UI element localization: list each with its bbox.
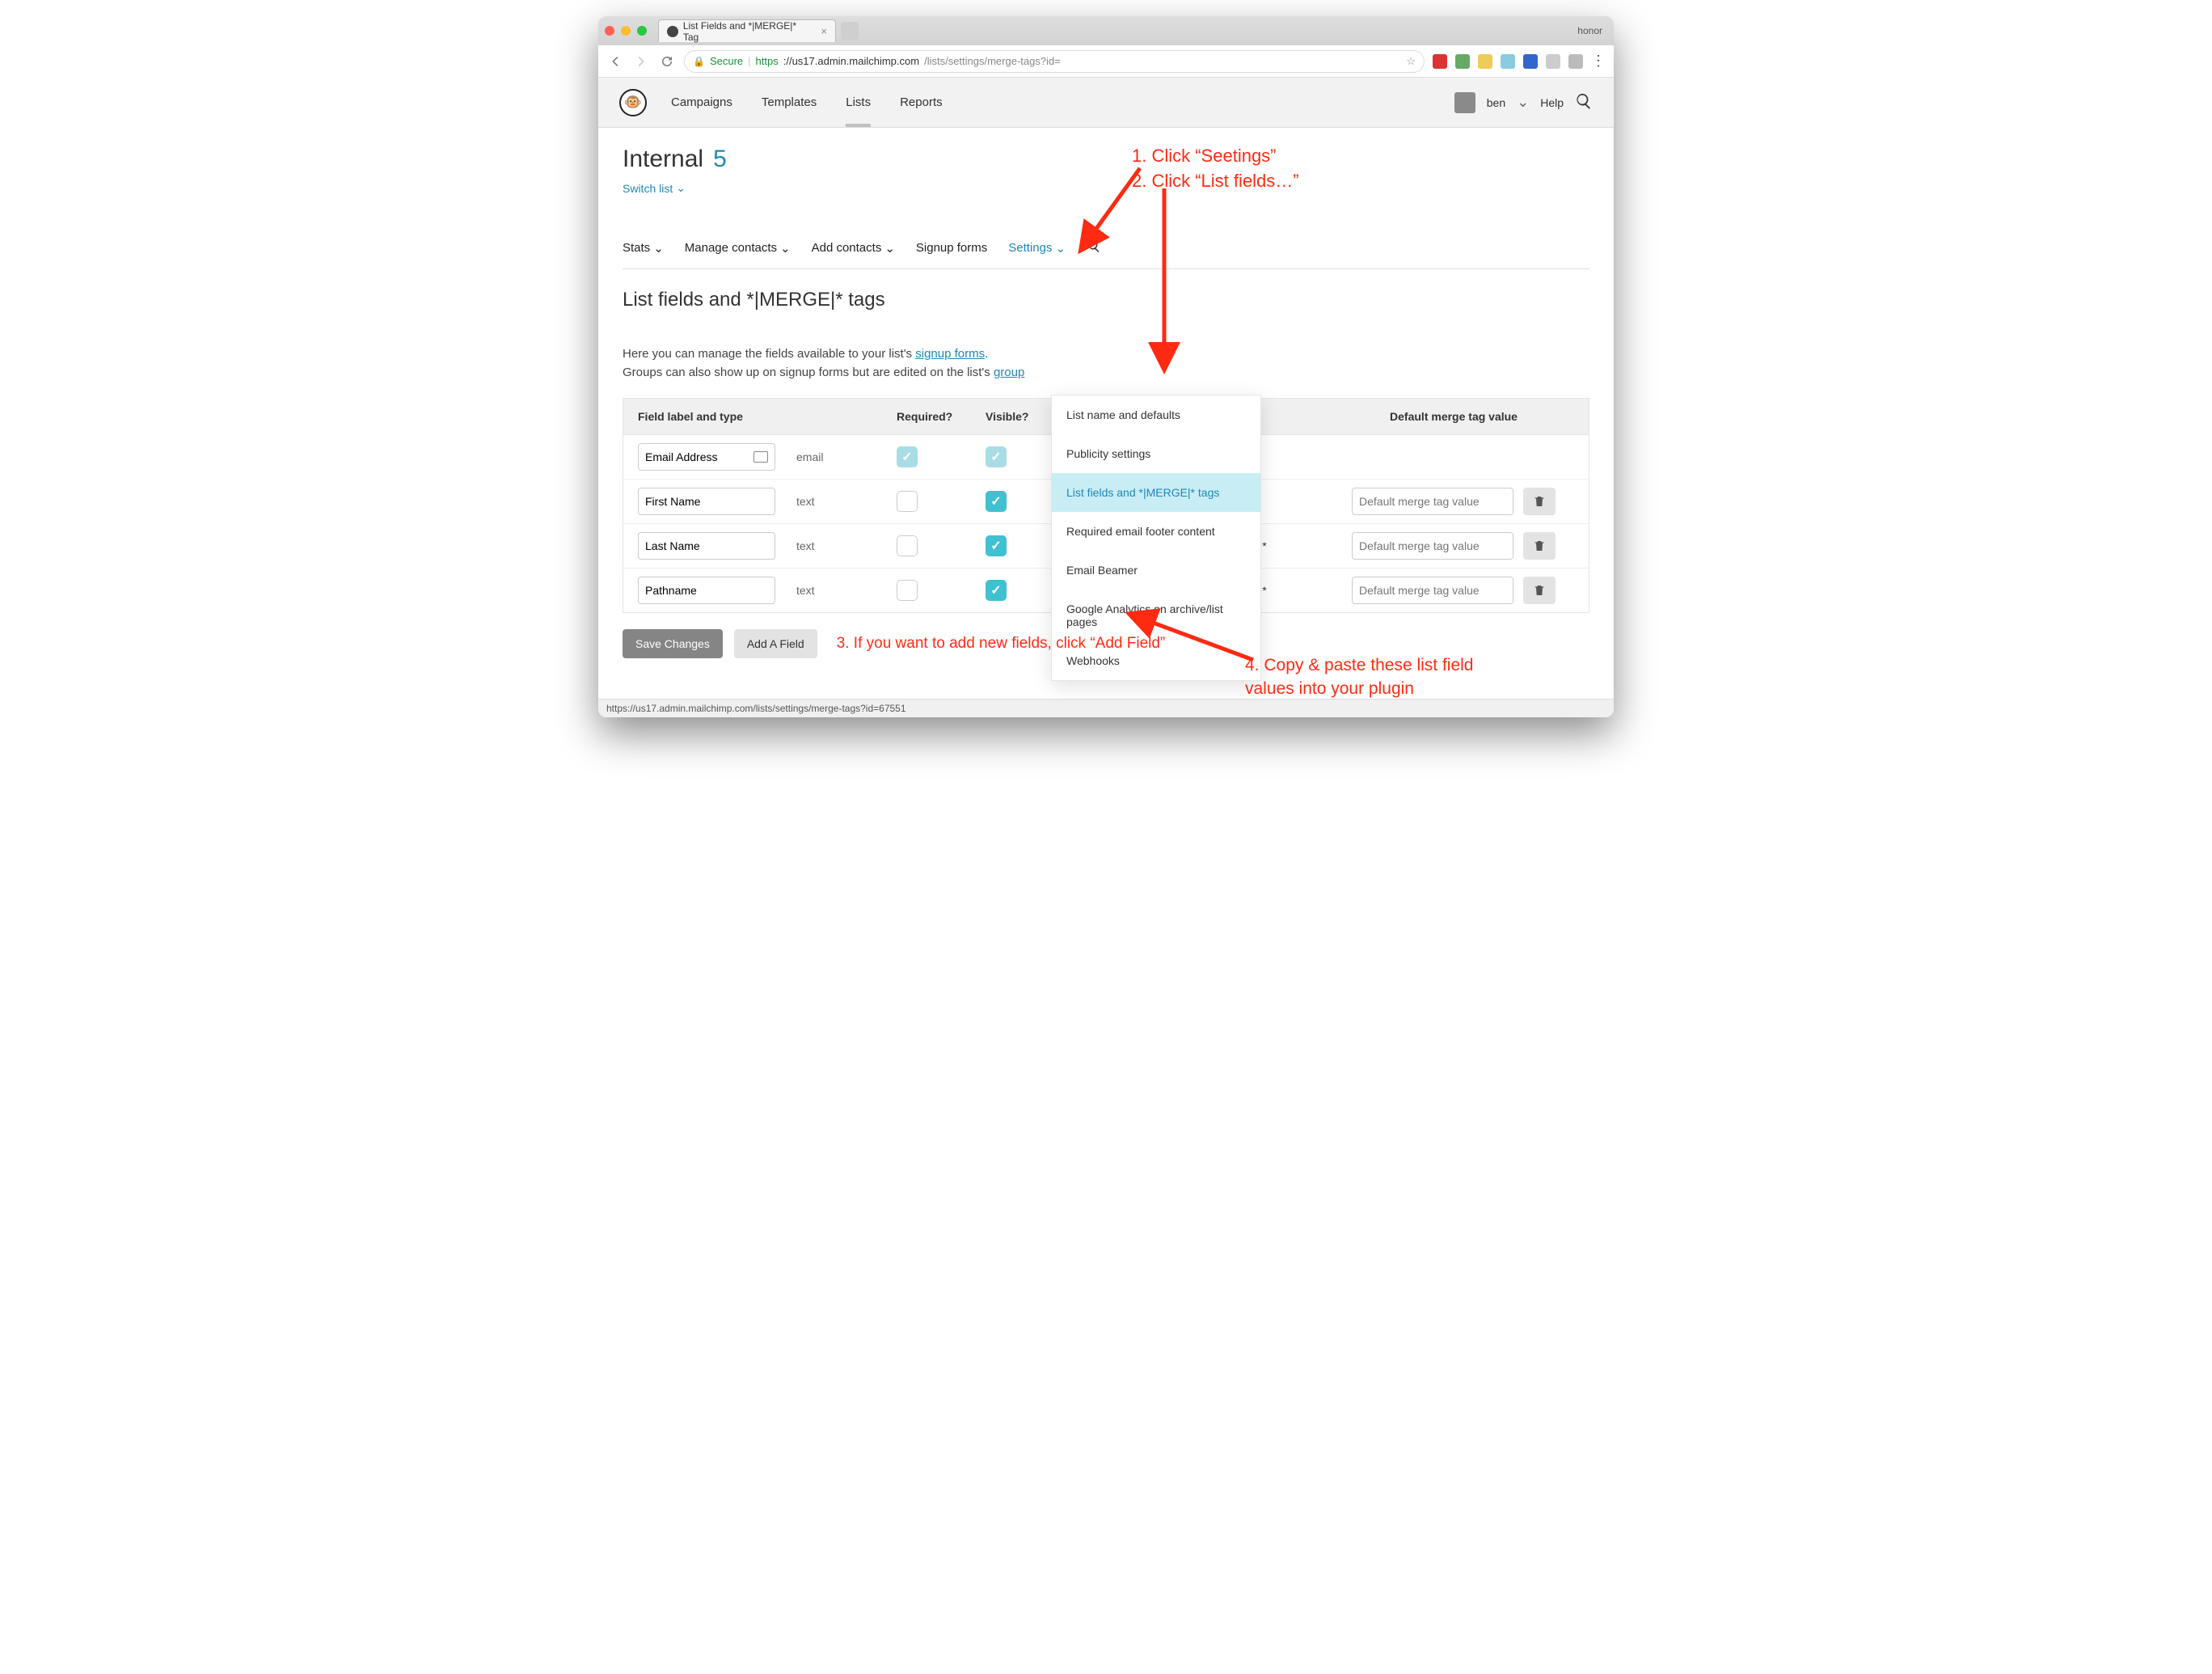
chevron-down-icon: ⌄ — [676, 181, 686, 195]
maximize-window-button[interactable] — [637, 26, 647, 36]
app-header: 🐵 Campaigns Templates Lists Reports ben … — [598, 78, 1614, 128]
required-checkbox[interactable] — [897, 535, 918, 556]
back-button[interactable] — [606, 53, 624, 70]
default-value-input[interactable] — [1352, 488, 1513, 515]
field-label-input[interactable]: Last Name — [638, 532, 775, 560]
visible-checkbox[interactable] — [986, 580, 1007, 601]
secure-label: Secure — [710, 55, 743, 67]
default-value-input[interactable] — [1352, 577, 1513, 604]
username: ben — [1487, 96, 1505, 109]
list-name: Internal — [623, 146, 703, 173]
annotation-step4: 4. Copy & paste these list field values … — [1245, 653, 1474, 701]
annotation-step3: 3. If you want to add new fields, click … — [837, 633, 1166, 655]
th-label: Field label and type — [638, 410, 897, 423]
field-type-label: email — [796, 450, 823, 463]
field-label-input[interactable]: Email Address — [638, 443, 775, 471]
add-field-button[interactable]: Add A Field — [734, 629, 817, 658]
chevron-down-icon[interactable]: ⌄ — [1517, 94, 1529, 111]
delete-field-button[interactable] — [1523, 488, 1556, 515]
new-tab-button[interactable] — [841, 22, 859, 40]
delete-field-button[interactable] — [1523, 532, 1556, 560]
browser-tab[interactable]: List Fields and *|MERGE|* Tag × — [658, 19, 836, 42]
close-window-button[interactable] — [605, 26, 614, 36]
page-description: Here you can manage the fields available… — [623, 345, 1589, 382]
reload-button[interactable] — [658, 53, 676, 70]
main-nav: Campaigns Templates Lists Reports — [671, 95, 943, 109]
annotation-arrow-icon — [1132, 611, 1261, 672]
forward-button[interactable] — [632, 53, 650, 70]
extension-icon[interactable] — [1478, 54, 1492, 69]
visible-checkbox[interactable] — [986, 446, 1007, 467]
nav-reports[interactable]: Reports — [900, 95, 943, 109]
window-controls — [605, 26, 647, 36]
browser-profile[interactable]: honor — [1577, 25, 1607, 36]
search-icon[interactable] — [1575, 92, 1593, 112]
extension-icon[interactable] — [1433, 54, 1447, 69]
extension-icon[interactable] — [1546, 54, 1560, 69]
chevron-down-icon: ⌄ — [653, 241, 664, 256]
extension-icon[interactable] — [1568, 54, 1583, 69]
minimize-window-button[interactable] — [621, 26, 631, 36]
list-count: 5 — [713, 146, 727, 173]
nav-lists[interactable]: Lists — [846, 95, 871, 109]
extension-icon[interactable] — [1455, 54, 1470, 69]
card-icon — [754, 451, 768, 463]
page-content: Internal 5 Switch list ⌄ Stats⌄ Manage c… — [598, 128, 1614, 699]
chevron-down-icon: ⌄ — [1055, 241, 1066, 256]
signup-forms-link[interactable]: signup forms — [915, 347, 985, 361]
subnav-signup-forms[interactable]: Signup forms — [916, 241, 987, 255]
url-https: https — [756, 55, 779, 67]
address-bar[interactable]: 🔒 Secure | https://us17.admin.mailchimp.… — [684, 50, 1425, 73]
dd-publicity-settings[interactable]: Publicity settings — [1052, 434, 1260, 473]
close-tab-icon[interactable]: × — [821, 25, 827, 37]
dd-required-footer[interactable]: Required email footer content — [1052, 512, 1260, 551]
url-host: ://us17.admin.mailchimp.com — [783, 55, 919, 67]
nav-templates[interactable]: Templates — [762, 95, 817, 109]
field-label-input[interactable]: Pathname — [638, 577, 775, 604]
subnav-add-contacts[interactable]: Add contacts⌄ — [812, 241, 895, 256]
bookmark-star-icon[interactable]: ☆ — [1406, 55, 1416, 68]
page-title: List fields and *|MERGE|* tags — [623, 289, 1589, 311]
chevron-down-icon: ⌄ — [780, 241, 791, 256]
th-required: Required? — [897, 410, 986, 423]
extension-icon[interactable] — [1501, 54, 1515, 69]
required-checkbox[interactable] — [897, 491, 918, 512]
help-link[interactable]: Help — [1540, 96, 1564, 109]
field-label-input[interactable]: First Name — [638, 488, 775, 515]
nav-campaigns[interactable]: Campaigns — [671, 95, 732, 109]
dd-list-fields-merge[interactable]: List fields and *|MERGE|* tags — [1052, 473, 1260, 512]
annotation-arrow-icon — [1140, 184, 1188, 374]
visible-checkbox[interactable] — [986, 535, 1007, 556]
subnav-stats[interactable]: Stats⌄ — [623, 241, 664, 256]
visible-checkbox[interactable] — [986, 491, 1007, 512]
extension-icon[interactable] — [1523, 54, 1538, 69]
extensions-row: ⋮ — [1433, 53, 1606, 70]
default-value-input[interactable] — [1352, 532, 1513, 560]
subnav-settings[interactable]: Settings⌄ — [1008, 241, 1066, 256]
required-checkbox[interactable] — [897, 446, 918, 467]
delete-field-button[interactable] — [1523, 577, 1556, 604]
tab-title: List Fields and *|MERGE|* Tag — [683, 20, 813, 43]
chevron-down-icon: ⌄ — [884, 241, 895, 256]
field-type-label: text — [796, 584, 815, 597]
groups-link[interactable]: group — [994, 366, 1024, 379]
field-type-label: text — [796, 495, 815, 508]
dd-email-beamer[interactable]: Email Beamer — [1052, 551, 1260, 590]
subnav-manage-contacts[interactable]: Manage contacts⌄ — [685, 241, 791, 256]
mailchimp-logo-icon[interactable]: 🐵 — [619, 89, 647, 116]
favicon-icon — [667, 26, 678, 37]
user-area: ben ⌄ Help — [1454, 92, 1593, 113]
dd-list-name-defaults[interactable]: List name and defaults — [1052, 395, 1260, 434]
th-default: Default merge tag value — [1333, 410, 1574, 423]
browser-tab-bar: List Fields and *|MERGE|* Tag × honor — [598, 16, 1614, 45]
save-changes-button[interactable]: Save Changes — [623, 629, 723, 658]
avatar[interactable] — [1454, 92, 1475, 113]
lock-icon: 🔒 — [693, 56, 705, 67]
field-type-label: text — [796, 539, 815, 552]
required-checkbox[interactable] — [897, 580, 918, 601]
status-bar: https://us17.admin.mailchimp.com/lists/s… — [598, 699, 1614, 717]
browser-toolbar: 🔒 Secure | https://us17.admin.mailchimp.… — [598, 45, 1614, 78]
url-path: /lists/settings/merge-tags?id= — [924, 55, 1061, 67]
browser-menu-icon[interactable]: ⋮ — [1591, 53, 1606, 70]
